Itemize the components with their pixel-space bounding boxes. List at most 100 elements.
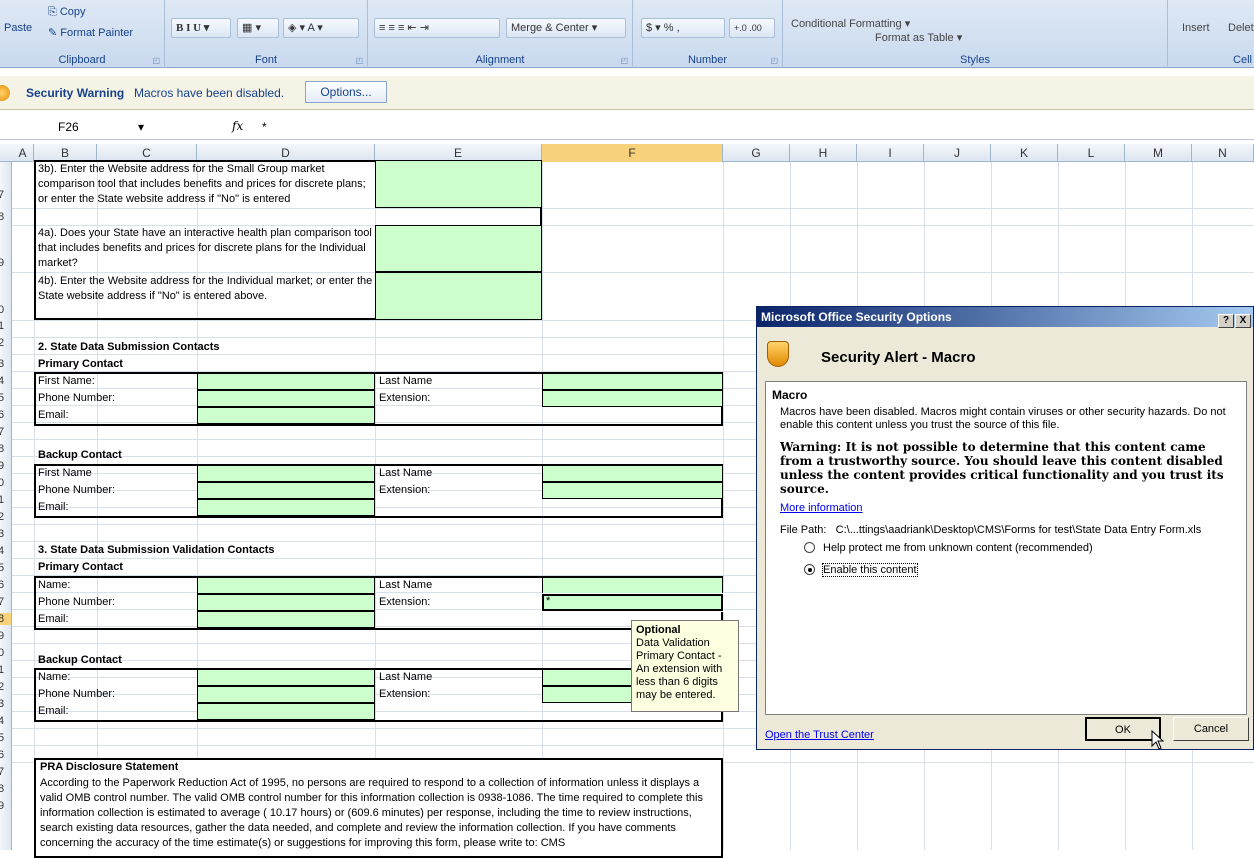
clipboard-group: Paste ⎘ Copy ✎ Format Painter Clipboard … <box>0 0 165 68</box>
dialog-launcher-icon[interactable]: ◰ <box>620 56 628 65</box>
first-name-input[interactable] <box>197 465 375 482</box>
email-input[interactable] <box>197 499 375 516</box>
row-header[interactable]: 1 <box>0 320 11 332</box>
ok-button[interactable]: OK <box>1085 717 1161 741</box>
row-header[interactable]: 7 <box>0 426 11 438</box>
phone-input[interactable] <box>197 390 375 407</box>
row-header[interactable]: 5 <box>0 562 11 574</box>
row-header[interactable]: 1 <box>0 494 11 506</box>
row-header[interactable]: 5 <box>0 732 11 744</box>
protect-radio[interactable]: Help protect me from unknown content (re… <box>804 542 1093 554</box>
answer-4b-cell[interactable] <box>375 272 542 320</box>
dialog-launcher-icon[interactable]: ◰ <box>770 56 778 65</box>
phone-input[interactable] <box>197 594 375 611</box>
currency-percent-comma-buttons[interactable]: $ ▾ % , <box>641 18 725 38</box>
answer-3b-cell[interactable] <box>375 160 542 208</box>
col-header-n[interactable]: N <box>1192 144 1254 162</box>
phone-input[interactable] <box>197 482 375 499</box>
copy-button[interactable]: ⎘ Copy <box>48 6 86 19</box>
row-header[interactable]: 9 <box>0 257 11 269</box>
row-header[interactable]: 3 <box>0 358 11 370</box>
row-header[interactable]: 5 <box>0 392 11 404</box>
extension-input[interactable] <box>542 390 723 407</box>
email-input[interactable] <box>197 407 375 424</box>
active-cell-f26[interactable]: * <box>541 593 724 612</box>
number-group: $ ▾ % , +.0 .00 Number ◰ <box>633 0 783 68</box>
last-name-input[interactable] <box>542 577 723 594</box>
merge-center-button[interactable]: Merge & Center ▾ <box>506 18 626 38</box>
open-trust-center-link[interactable]: Open the Trust Center <box>765 729 874 741</box>
phone-input[interactable] <box>197 686 375 703</box>
insert-function-button[interactable]: fx <box>232 119 243 133</box>
dialog-launcher-icon[interactable]: ◰ <box>355 56 363 65</box>
name-input[interactable] <box>197 577 375 594</box>
delete-button[interactable]: Delet <box>1228 22 1254 34</box>
row-header[interactable]: 6 <box>0 409 11 421</box>
row-header[interactable]: 9 <box>0 460 11 472</box>
row-header[interactable]: 9 <box>0 800 11 812</box>
formula-input[interactable]: * <box>262 120 267 134</box>
email-input[interactable] <box>197 611 375 628</box>
col-header-f[interactable]: F <box>542 144 723 162</box>
answer-4a-cell[interactable] <box>375 225 542 272</box>
col-header-m[interactable]: M <box>1125 144 1192 162</box>
extension-input[interactable] <box>542 482 723 499</box>
align-indent-buttons[interactable]: ≡ ≡ ≡ ⇤ ⇥ <box>374 18 500 38</box>
row-header[interactable]: 2 <box>0 681 11 693</box>
row-header[interactable]: 2 <box>0 337 11 349</box>
row-header[interactable]: 3 <box>0 528 11 540</box>
col-header-i[interactable]: I <box>857 144 924 162</box>
dialog-launcher-icon[interactable]: ◰ <box>152 56 160 65</box>
last-name-input[interactable] <box>542 373 723 390</box>
row-header[interactable]: 4 <box>0 545 11 557</box>
row-header[interactable]: 4 <box>0 375 11 387</box>
row-header[interactable]: 8 <box>0 211 11 223</box>
fill-font-color-buttons[interactable]: ◈ ▾ A ▾ <box>283 18 359 38</box>
row-header[interactable]: 6 <box>0 579 11 591</box>
format-as-table-button[interactable]: Format as Table ▾ <box>875 31 962 44</box>
cancel-button[interactable]: Cancel <box>1173 717 1249 741</box>
borders-button[interactable]: ▦ ▾ <box>237 18 279 38</box>
row-header[interactable]: 0 <box>0 304 11 316</box>
row-header[interactable]: 4 <box>0 715 11 727</box>
col-header-l[interactable]: L <box>1058 144 1125 162</box>
row-header[interactable]: 6 <box>0 749 11 761</box>
enable-content-radio[interactable]: Enable this content <box>804 563 918 577</box>
alignment-label: Alignment <box>475 54 525 66</box>
conditional-formatting-button[interactable]: Conditional Formatting ▾ <box>791 18 929 31</box>
dialog-titlebar[interactable]: Microsoft Office Security Options ? X <box>757 307 1253 328</box>
first-name-input[interactable] <box>197 373 375 390</box>
row-header[interactable]: 8 <box>0 783 11 795</box>
more-information-link[interactable]: More information <box>780 502 863 514</box>
col-header-g[interactable]: G <box>723 144 790 162</box>
name-box[interactable]: F26 ▾ <box>16 118 166 137</box>
close-button[interactable]: X <box>1235 314 1251 328</box>
insert-button[interactable]: Insert <box>1182 22 1210 34</box>
row-header[interactable]: 8 <box>0 443 11 455</box>
row-header-selected[interactable]: 8 <box>0 613 11 625</box>
options-button[interactable]: Options... <box>305 81 387 103</box>
row-header[interactable]: 3 <box>0 698 11 710</box>
paste-button[interactable]: Paste <box>4 22 32 34</box>
last-name-input[interactable] <box>542 465 723 482</box>
row-header[interactable]: 7 <box>0 766 11 778</box>
name-input[interactable] <box>197 669 375 686</box>
bold-italic-underline-buttons[interactable]: B I U ▾ <box>171 18 231 38</box>
row-header[interactable]: 1 <box>0 664 11 676</box>
security-warning-message: Macros have been disabled. <box>134 86 285 100</box>
row-header[interactable]: 7 <box>0 189 11 201</box>
row-header[interactable]: 0 <box>0 477 11 489</box>
row-header[interactable]: 0 <box>0 647 11 659</box>
decimal-buttons[interactable]: +.0 .00 <box>729 18 775 38</box>
help-button[interactable]: ? <box>1218 314 1234 328</box>
row-header[interactable]: 7 <box>0 596 11 608</box>
col-header-k[interactable]: K <box>991 144 1058 162</box>
col-header-j[interactable]: J <box>924 144 991 162</box>
chevron-down-icon[interactable]: ▾ <box>138 118 144 137</box>
row-header[interactable]: 9 <box>0 630 11 642</box>
row-header[interactable]: 2 <box>0 511 11 523</box>
col-header-h[interactable]: H <box>790 144 857 162</box>
format-painter-button[interactable]: ✎ Format Painter <box>48 26 133 39</box>
col-header-a[interactable]: A <box>12 144 34 162</box>
email-input[interactable] <box>197 703 375 720</box>
